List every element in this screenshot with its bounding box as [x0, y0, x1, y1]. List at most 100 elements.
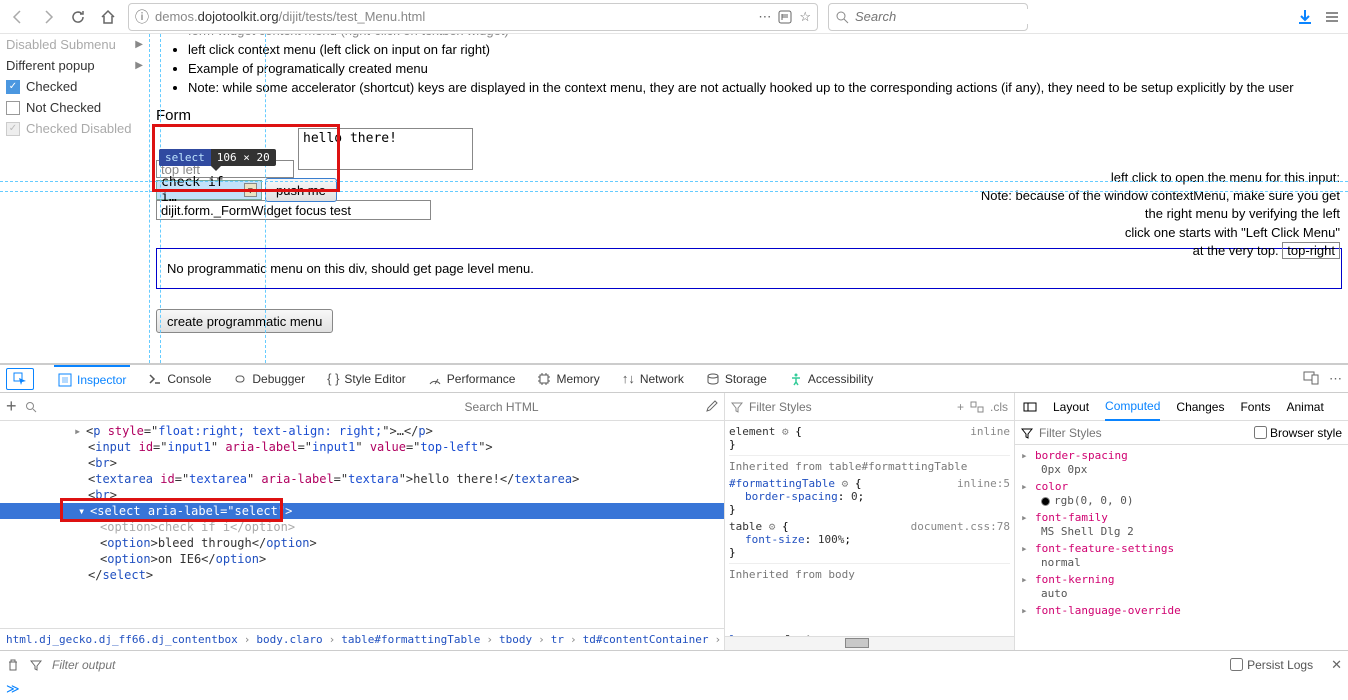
menu-item-not-checked[interactable]: Not Checked	[0, 97, 149, 118]
element-picker-icon[interactable]	[6, 368, 34, 390]
computed-value: MS Shell Dlg 2	[1041, 525, 1342, 538]
clear-console-icon[interactable]	[6, 658, 20, 672]
close-icon[interactable]: ✕	[1331, 657, 1342, 673]
responsive-icon[interactable]	[1303, 371, 1319, 387]
computed-value: rgb(0, 0, 0)	[1041, 494, 1342, 507]
computed-filter-input[interactable]	[1039, 426, 1248, 440]
form-heading: Form	[156, 107, 1342, 124]
computed-property[interactable]: ▸color	[1021, 480, 1342, 493]
menu-icon[interactable]	[1324, 9, 1340, 25]
inspector-tooltip: select 106 × 20	[159, 149, 276, 166]
tab-console[interactable]: Console	[144, 365, 215, 392]
html-search-input[interactable]	[465, 400, 696, 414]
tab-inspector[interactable]: Inspector	[54, 365, 130, 392]
reload-icon[interactable]	[64, 3, 92, 31]
menu-item-checked[interactable]: ✓ Checked	[0, 76, 149, 97]
more-icon[interactable]: ⋯	[1329, 371, 1342, 387]
tab-label: Inspector	[77, 373, 126, 387]
tab-performance[interactable]: Performance	[424, 365, 520, 392]
menu-label: Not Checked	[26, 100, 101, 115]
create-menu-button[interactable]: create programmatic menu	[156, 309, 333, 333]
filter-icon[interactable]	[30, 659, 42, 671]
list-item: Note: while some accelerator (shortcut) …	[188, 79, 1342, 98]
breadcrumbs[interactable]: html.dj_gecko.dj_ff66.dj_contentbox› bod…	[0, 628, 724, 650]
computed-value: 0px 0px	[1041, 463, 1342, 476]
tab-style-editor[interactable]: { }Style Editor	[323, 365, 410, 392]
textarea-input[interactable]: hello there!	[298, 128, 473, 170]
top-right-input[interactable]: top-right	[1282, 242, 1340, 259]
styles-filter-input[interactable]	[749, 400, 951, 414]
tab-computed[interactable]: Computed	[1105, 399, 1160, 421]
horizontal-scrollbar[interactable]	[725, 636, 1014, 650]
computed-property[interactable]: ▸border-spacing	[1021, 449, 1342, 462]
tab-fonts[interactable]: Fonts	[1240, 400, 1270, 414]
site-info-icon[interactable]: ⓘ	[135, 7, 149, 27]
computed-property[interactable]: ▸font-family	[1021, 511, 1342, 524]
accessibility-icon	[789, 372, 803, 386]
list-item: form widget context menu (right-click on…	[188, 34, 1342, 41]
menu-label: Disabled Submenu	[6, 37, 116, 52]
browser-search-bar[interactable]	[828, 3, 1028, 31]
checkbox-checked-icon[interactable]: ✓	[6, 80, 20, 94]
eyedropper-icon[interactable]	[704, 400, 718, 414]
tab-label: Style Editor	[344, 372, 405, 386]
debugger-icon	[233, 372, 247, 386]
html-panel: + ▸<p style="float:right; text-align: ri…	[0, 393, 724, 650]
console-prompt[interactable]: ≫	[0, 678, 1348, 700]
menu-label: Checked	[26, 79, 77, 94]
home-icon[interactable]	[94, 3, 122, 31]
menu-label: Different popup	[6, 58, 95, 73]
styles-panel: + .cls inline element ⚙ {} Inherited fro…	[724, 393, 1014, 650]
console-toolbar: Persist Logs ✕	[0, 650, 1348, 678]
tab-network[interactable]: ↑↓ Network	[618, 365, 688, 392]
url-bar[interactable]: ⓘ demos.dojotoolkit.org/dijit/tests/test…	[128, 3, 818, 31]
html-tree[interactable]: ▸<p style="float:right; text-align: righ…	[0, 421, 724, 628]
right-click-info: left click to open the menu for this inp…	[960, 169, 1340, 260]
tab-debugger[interactable]: Debugger	[229, 365, 309, 392]
checkbox-icon[interactable]	[6, 101, 20, 115]
pseudo-icon[interactable]	[970, 401, 984, 413]
persist-logs-toggle[interactable]: Persist Logs	[1230, 658, 1313, 672]
memory-icon	[537, 372, 551, 386]
page-body: form widget context menu (right-click on…	[150, 34, 1348, 363]
nav-back-icon[interactable]	[4, 3, 32, 31]
tab-accessibility[interactable]: Accessibility	[785, 365, 877, 392]
tab-storage[interactable]: Storage	[702, 365, 771, 392]
style-rule[interactable]: inline element ⚙ {}	[729, 425, 1010, 451]
search-icon	[25, 401, 37, 413]
tab-animations[interactable]: Animat	[1286, 400, 1323, 414]
add-element-icon[interactable]: +	[6, 396, 17, 417]
style-rule[interactable]: inline:5 #formattingTable ⚙ { border-spa…	[729, 477, 1010, 516]
storage-icon	[706, 372, 720, 386]
page-actions-icon[interactable]: ⋯	[758, 9, 771, 25]
tab-label: Accessibility	[808, 372, 873, 386]
reader-icon[interactable]	[777, 9, 793, 25]
computed-property[interactable]: ▸font-language-override	[1021, 604, 1342, 617]
console-icon	[148, 372, 162, 386]
browser-toolbar: ⓘ demos.dojotoolkit.org/dijit/tests/test…	[0, 0, 1348, 34]
box-model-icon[interactable]	[1023, 401, 1037, 413]
browser-styles-toggle[interactable]: Browser style	[1254, 426, 1342, 440]
browser-search-input[interactable]	[855, 9, 1033, 24]
computed-property[interactable]: ▸font-kerning	[1021, 573, 1342, 586]
console-filter-input[interactable]	[52, 658, 1220, 672]
menu-item-disabled-submenu: Disabled Submenu ▶	[0, 34, 149, 55]
tab-memory[interactable]: Memory	[533, 365, 603, 392]
menu-label: Checked Disabled	[26, 121, 132, 136]
computed-property[interactable]: ▸font-feature-settings	[1021, 542, 1342, 555]
tab-label: Network	[640, 372, 684, 386]
tab-layout[interactable]: Layout	[1053, 400, 1089, 414]
tab-changes[interactable]: Changes	[1176, 400, 1224, 414]
add-rule-icon[interactable]: +	[957, 400, 964, 414]
tab-label: Memory	[556, 372, 599, 386]
inherited-body-label: Inherited from body	[729, 563, 1010, 581]
menu-item-different-popup[interactable]: Different popup ▶	[0, 55, 149, 76]
network-icon: ↑↓	[622, 371, 635, 386]
bookmark-star-icon[interactable]: ☆	[799, 9, 811, 25]
downloads-icon[interactable]	[1296, 8, 1314, 26]
nav-forward-icon[interactable]	[34, 3, 62, 31]
style-rule[interactable]: document.css:78 table ⚙ { font-size: 100…	[729, 520, 1010, 559]
cls-toggle[interactable]: .cls	[990, 400, 1008, 414]
tab-label: Console	[167, 372, 211, 386]
selected-html-node[interactable]: ▾<select aria-label="select">	[0, 503, 724, 519]
